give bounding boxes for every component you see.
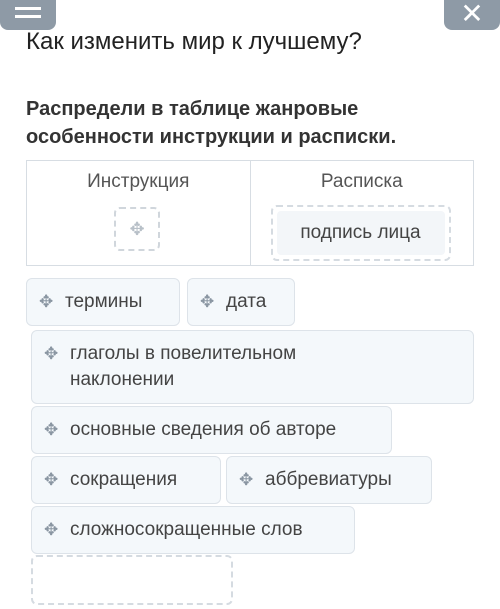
chip-acronyms[interactable]: ✥ аббревиатуры (226, 456, 432, 504)
chip-label: сложносокращенные слов (70, 519, 303, 540)
chip-drop-slot[interactable] (31, 555, 233, 605)
chip-imperative-verbs[interactable]: ✥ глаголы в повелительном наклонении (31, 330, 474, 404)
chip-label: дата (226, 291, 267, 312)
chip-label: сокращения (70, 469, 178, 490)
sort-table: Инструкция ✥ Расписка подпись лица (26, 160, 474, 266)
move-icon: ✥ (200, 292, 215, 312)
chip-label: глаголы в повелительном наклонении (70, 343, 297, 390)
drop-zone-receipt[interactable]: подпись лица (270, 205, 451, 261)
column-receipt: Расписка подпись лица (249, 161, 474, 265)
chip-compound-words[interactable]: ✥ сложносокращенные слов (31, 506, 355, 554)
column-instruction: Инструкция ✥ (27, 161, 250, 265)
column-header-instruction: Инструкция (87, 171, 190, 192)
page-title: Как изменить мир к лучшему? (26, 28, 362, 55)
chip-label: основные сведения об авторе (70, 419, 337, 440)
drop-zone-instruction[interactable]: ✥ (114, 207, 160, 251)
move-icon: ✥ (44, 520, 59, 540)
placed-item[interactable]: подпись лица (276, 211, 445, 255)
move-icon: ✥ (129, 218, 145, 240)
move-icon: ✥ (239, 470, 254, 490)
chip-date[interactable]: ✥ дата (187, 278, 295, 326)
move-icon: ✥ (44, 420, 59, 440)
task-instruction: Распредели в таблице жанровые особенност… (26, 98, 397, 148)
chip-terms[interactable]: ✥ термины (26, 278, 180, 326)
chip-abbreviations-short[interactable]: ✥ сокращения (31, 456, 221, 504)
column-header-receipt: Расписка (320, 171, 403, 192)
menu-icon (15, 14, 41, 18)
close-icon: ✕ (460, 0, 484, 30)
menu-button[interactable] (0, 0, 56, 30)
chip-author-info[interactable]: ✥ основные сведения об авторе (31, 406, 392, 454)
move-icon: ✥ (39, 292, 54, 312)
close-button[interactable]: ✕ (444, 0, 500, 30)
move-icon: ✥ (44, 470, 59, 490)
move-icon: ✥ (44, 344, 59, 364)
chip-label: термины (65, 291, 143, 312)
chip-label: аббревиатуры (265, 469, 392, 490)
